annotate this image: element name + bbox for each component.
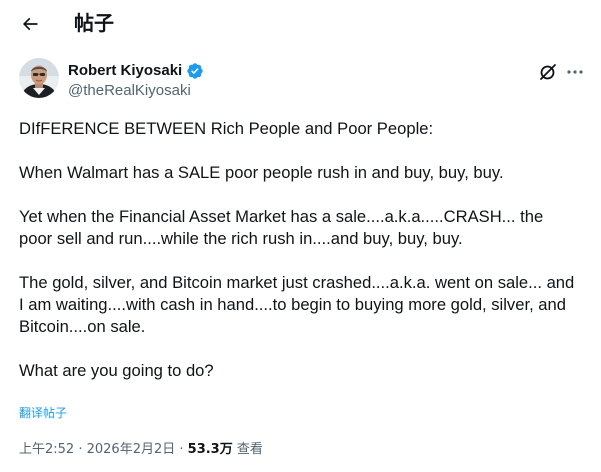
tweet-paragraph: The gold, silver, and Bitcoin market jus… [19,273,575,336]
more-dots-icon [567,70,583,74]
author-name[interactable]: Robert Kiyosaki [68,61,204,81]
meta-separator: · [175,442,188,457]
avatar[interactable] [19,58,59,98]
verified-badge-icon [187,63,203,79]
views-label: 查看 [236,442,263,457]
page-title: 帖子 [74,11,114,35]
more-button[interactable] [565,62,585,82]
tweet-meta: 上午2:52 · 2026年2月2日 · 53.3万 查看 [19,441,263,459]
grok-button[interactable] [538,62,558,82]
tweet-paragraph: DIfFERENCE BETWEEN Rich People and Poor … [19,119,434,138]
translate-post-link[interactable]: 翻译帖子 [19,405,67,421]
author-name-text: Robert Kiyosaki [68,62,183,79]
views-count: 53.3万 [187,442,233,457]
arrow-left-icon [22,17,38,31]
grok-icon [540,64,556,80]
tweet-paragraph: Yet when the Financial Asset Market has … [19,207,544,248]
tweet-time[interactable]: 上午2:52 [19,442,74,457]
avatar-image [19,58,59,98]
tweet-text: DIfFERENCE BETWEEN Rich People and Poor … [19,118,579,404]
meta-separator: · [74,442,87,457]
back-button[interactable] [13,7,47,41]
tweet-paragraph: What are you going to do? [19,361,214,380]
top-bar: 帖子 [0,0,601,46]
tweet-paragraph: When Walmart has a SALE poor people rush… [19,163,504,182]
author-handle[interactable]: @theRealKiyosaki [68,81,191,101]
tweet-date[interactable]: 2026年2月2日 [87,442,176,457]
